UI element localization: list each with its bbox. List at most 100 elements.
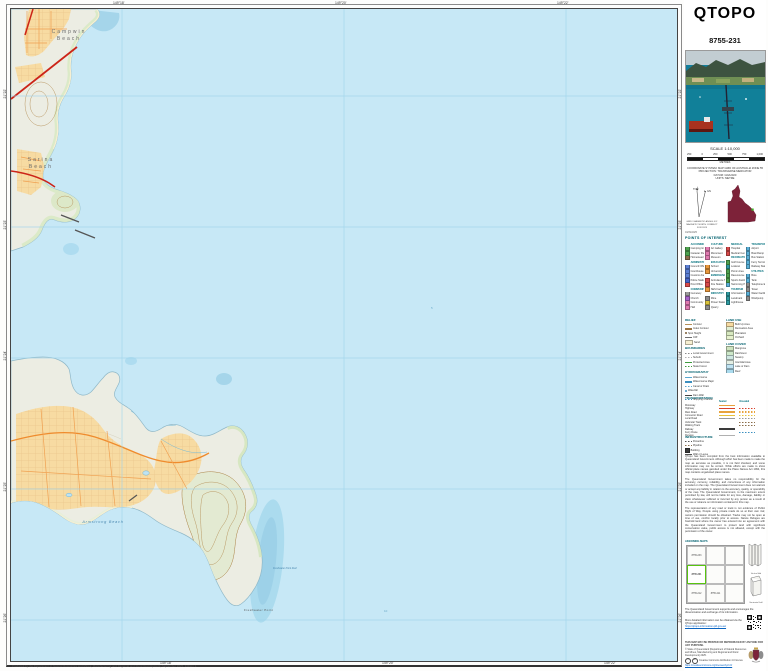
- legend-item-label: MEDICAL: [731, 242, 743, 246]
- legend-swatch: [705, 255, 710, 260]
- print-date: 04/09/2025: [685, 231, 697, 234]
- legend-item: Reef: [726, 368, 764, 374]
- legend-item-label: Pipeline: [693, 444, 702, 448]
- unsealed-sample: [739, 425, 755, 427]
- legend-item-label: Ambulance Station: [710, 278, 725, 282]
- legend-item-label: Orchard: [735, 336, 745, 340]
- legend-swatch: [685, 323, 692, 325]
- adjoining-sheet-number: 8755-212: [691, 592, 702, 595]
- legend-item-label: Courthouse: [690, 269, 704, 273]
- disclaimer: QTopo has been compiled from the best in…: [685, 455, 765, 537]
- legend-swatch: [685, 376, 692, 378]
- fold-diagrams: Vertical fold Horizontal fold: [746, 542, 766, 604]
- legend-swatch: [685, 340, 693, 345]
- legend-swatch: [685, 332, 687, 335]
- relief-title: RELIEF: [685, 317, 696, 322]
- legend-item-label: INDUSTRY: [710, 292, 725, 296]
- legend-item-label: Contour: [693, 322, 702, 326]
- cc-licence-link[interactable]: https://creativecommons.org/licenses/by/…: [685, 664, 732, 667]
- legend-swatch: [685, 389, 687, 392]
- legend-item-label: Caravan Park: [690, 251, 705, 255]
- legend-swatch: [685, 255, 690, 260]
- label-armstrong-beach: Armstrong Beach: [81, 520, 123, 524]
- adjoining-sheet-number: 8755-233: [691, 554, 702, 557]
- legend-item-label: Homestead: [690, 256, 704, 260]
- legend-item-label: Museum: [710, 256, 721, 260]
- copyright-text: © State of Queensland (Department of Nat…: [685, 648, 747, 657]
- legend-swatch: [685, 282, 690, 287]
- sealed-sample: [719, 411, 735, 413]
- legend-item-label: Watercourse: [693, 375, 708, 379]
- map-canvas[interactable]: Campwin Beach Sarina Beach Armstrong Bea…: [10, 8, 678, 662]
- legend-item-label: Canal or Drain: [693, 384, 710, 388]
- declination-diagram: TN GN: [686, 183, 714, 226]
- landuse-items: Built Up Area Recreation Area Plantation Or…: [726, 322, 764, 341]
- adjoining-cell: 8755-233: [687, 546, 706, 565]
- legend-swatch: [745, 264, 751, 269]
- legend-item-label: Airport: [751, 247, 759, 251]
- legend-item-label: EDUCATION: [710, 260, 725, 264]
- legend-item-label: EMERGENCY: [710, 274, 725, 278]
- poi-column-3: MEDICALHospitalMedical CentreRECREATIONG…: [725, 242, 745, 310]
- legend-item-label: Swamp: [735, 356, 744, 360]
- label-campwin-line2: Beach: [57, 36, 81, 42]
- legend-item-label: Post Office: [690, 283, 703, 287]
- sealed-sample: [719, 404, 735, 406]
- legend-item-label: Information Centre: [731, 292, 745, 296]
- legend-item-label: Rainforest: [735, 351, 747, 355]
- legend-swatch: [725, 300, 731, 305]
- legend-swatch: [685, 445, 692, 447]
- grat-bottom-2: 149°20': [382, 661, 394, 665]
- legend-item-label: Reef: [735, 369, 741, 373]
- infrastructure-title: INFRASTRUCTURE: [685, 434, 713, 439]
- legend-item-label: Sand: [694, 340, 700, 344]
- legend-item-label: Protected Area: [693, 360, 710, 364]
- legend-item-label: Monument: [710, 251, 723, 255]
- transport-legend: TRANSPORTATION Sealed Unsealed Motorway Hi…: [685, 394, 765, 438]
- sheet-number: 8755-231: [709, 36, 741, 45]
- adjoining-cell: [706, 565, 725, 584]
- legend-item-label: Local Government: [693, 351, 714, 355]
- page-title: QTOPO: [693, 5, 757, 22]
- grat-right-4: 21°25': [678, 482, 682, 492]
- legend-item-label: SES Facility: [710, 287, 725, 291]
- label-sarina-line1: Sarina: [28, 157, 54, 163]
- legend-item-label: CULTURE: [710, 242, 724, 246]
- legend-item-label: University: [710, 269, 722, 273]
- legend-item-label: ACCOMMODATION: [690, 242, 705, 246]
- grat-top-3: 149°22': [557, 1, 569, 5]
- boundaries-items: Local Government Suburb Protected Area Stat…: [685, 351, 723, 369]
- legend-item-label: State Forest: [693, 365, 707, 369]
- disclaimer-p2: The Queensland Government takes no respo…: [685, 477, 765, 504]
- legend-item-label: Customs Facility: [690, 274, 705, 278]
- grat-right-2: 21°23': [678, 220, 682, 230]
- sealed-sample: [719, 408, 735, 410]
- qtopo-app-link[interactable]: https://qtopo.information.qld.gov.au/: [685, 625, 726, 628]
- svg-text:GN: GN: [707, 189, 711, 193]
- projection-block: COORDINATE SYSTEM: MAP GRID OF AUSTRALIA…: [686, 167, 764, 181]
- legend-item-label: Quarry: [710, 305, 719, 309]
- landcover-items: Mangrove Rainforest Swamp Intertidal Area La…: [726, 346, 764, 374]
- cover-photo: [685, 50, 766, 143]
- legend-item-label: Cliff: [693, 336, 698, 340]
- legend-item-label: Fire Station: [710, 283, 724, 287]
- adjoining-title: ADJOINING MAPS: [685, 540, 708, 543]
- legend-item-label: Suburb: [693, 356, 702, 360]
- legend-item-label: TRANSPORT: [751, 242, 765, 246]
- label-reef: Freshwater Point Reef: [273, 567, 297, 570]
- legend-item-label: Mangrove: [735, 347, 747, 351]
- legend-item-label: ADMINISTRATION: [690, 260, 705, 264]
- adjoining-cell: [725, 546, 744, 565]
- grat-left-3: 21°24': [3, 351, 7, 361]
- cover-photo-art: [686, 51, 765, 142]
- boundaries-title: BOUNDARIES: [685, 346, 706, 351]
- legend-swatch: [725, 282, 731, 287]
- legend-item-label: Police Station: [690, 278, 705, 282]
- legend-item-label: Community Centre: [690, 301, 705, 305]
- adjoining-cell: [706, 546, 725, 565]
- map-location-marker: [751, 208, 754, 211]
- poi-column-1: ACCOMMODATIONCamping GroundCaravan ParkH…: [685, 242, 704, 310]
- legend-swatch: [726, 368, 734, 374]
- legend-item-label: Art Gallery: [710, 247, 723, 251]
- legend-item-label: Lake or Dam: [735, 365, 750, 369]
